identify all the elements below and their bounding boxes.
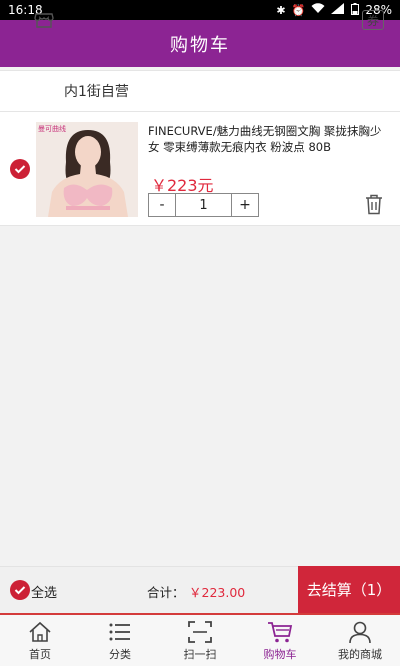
tab-my-mall[interactable]: 我的商城 [320, 615, 400, 666]
quantity-stepper: - 1 + [148, 193, 259, 217]
app-header: 购物车 [0, 20, 400, 67]
tab-label: 我的商城 [338, 647, 382, 661]
tab-label: 分类 [109, 647, 131, 661]
battery-icon [351, 2, 360, 18]
store-icon [34, 13, 54, 28]
list-icon [109, 623, 130, 640]
checkmark-icon [14, 165, 26, 174]
product-photo [36, 122, 138, 217]
quantity-value[interactable]: 1 [176, 194, 231, 216]
status-bar: 16:18 ✱ ⏰ 28% [0, 0, 400, 20]
alarm-icon: ⏰ [291, 3, 306, 17]
tab-cart[interactable]: 购物车 [240, 615, 320, 666]
checkout-button[interactable]: 去结算（1） [298, 566, 400, 613]
shop-name: 内1街自营 [64, 84, 129, 100]
tab-bar: 首页 分类 扫一扫 购物车 我的商城 [0, 613, 400, 666]
item-checkbox[interactable] [10, 159, 30, 179]
increase-button[interactable]: + [231, 194, 258, 216]
page-title: 购物车 [170, 34, 230, 56]
total-value: ￥223.00 [189, 585, 246, 600]
checkout-button-label: 去结算（1） [306, 581, 392, 599]
scan-icon [188, 620, 212, 643]
tab-scan[interactable]: 扫一扫 [160, 615, 240, 666]
wifi-icon [311, 3, 325, 17]
tab-category[interactable]: 分类 [80, 615, 160, 666]
coupon-label: 券 [366, 13, 379, 28]
home-icon [29, 621, 51, 642]
total-label: 合计： [147, 585, 185, 600]
brand-mark: 曼可曲线 [38, 125, 66, 133]
bluetooth-icon: ✱ [276, 3, 286, 17]
cart-icon [268, 621, 293, 642]
shop-row[interactable]: 内1街自营 [0, 70, 400, 112]
user-icon [349, 621, 371, 643]
product-title[interactable]: FINECURVE/魅力曲线无钢圈文胸 聚拢抹胸少女 零束缚薄款无痕内衣 粉波点… [148, 123, 388, 155]
checkmark-icon [14, 586, 26, 595]
select-all-checkbox[interactable] [10, 580, 30, 600]
product-image[interactable]: 曼可曲线 [36, 122, 138, 217]
tab-label: 购物车 [263, 647, 297, 661]
tab-label: 首页 [29, 647, 51, 661]
trash-icon[interactable] [364, 193, 384, 215]
signal-icon [331, 3, 345, 17]
tab-home[interactable]: 首页 [0, 615, 80, 666]
select-all-label[interactable]: 全选 [31, 582, 57, 601]
decrease-button[interactable]: - [149, 194, 176, 216]
coupon-button[interactable]: 券 [362, 10, 384, 30]
tab-label: 扫一扫 [183, 647, 217, 661]
